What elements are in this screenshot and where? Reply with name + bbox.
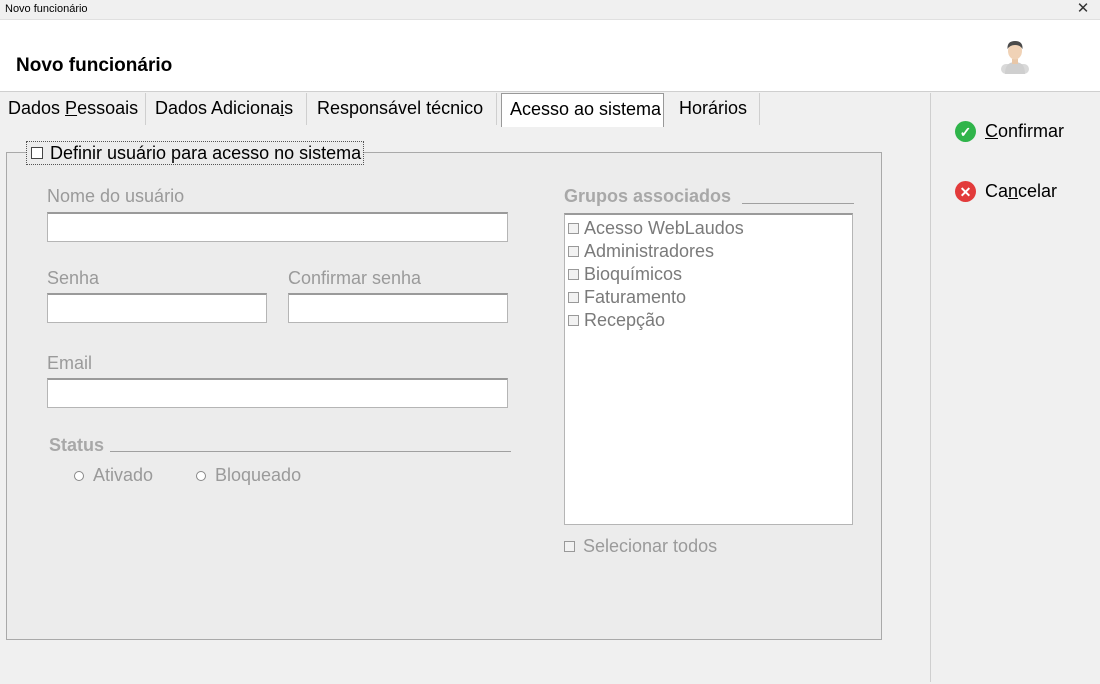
group-checkbox[interactable]: [568, 269, 579, 280]
list-item[interactable]: Acesso WebLaudos: [565, 217, 852, 240]
group-checkbox[interactable]: [568, 315, 579, 326]
actions-panel: ✓ Confirmar ✕ Cancelar: [930, 93, 1100, 682]
radio-label: Ativado: [93, 465, 154, 485]
status-divider: [110, 451, 511, 452]
password-field[interactable]: [47, 293, 267, 323]
select-all-label: Selecionar todos: [583, 536, 718, 556]
username-label: Nome do usuário: [47, 186, 185, 206]
group-checkbox[interactable]: [568, 292, 579, 303]
tab-label: Horários: [679, 98, 748, 118]
radio-circle[interactable]: [74, 470, 84, 481]
select-all-checkbox-row[interactable]: Selecionar todos: [564, 536, 717, 557]
list-item[interactable]: Bioquímicos: [565, 263, 852, 286]
group-label: Faturamento: [584, 287, 687, 307]
list-item[interactable]: Faturamento: [565, 286, 852, 309]
cancel-icon: ✕: [955, 181, 976, 202]
group-label: Recepção: [584, 310, 666, 330]
dialog-header: Novo funcionário: [0, 20, 1100, 92]
tab-dados-adicionais[interactable]: Dados Adicionais: [147, 93, 307, 125]
status-title: Status: [49, 435, 105, 455]
confirm-label: Confirmar: [985, 121, 1065, 141]
tab-label: essoais: [77, 98, 139, 118]
form-panel: Dados Pessoais Dados Adicionais Responsá…: [0, 93, 930, 682]
radio-circle[interactable]: [196, 470, 206, 481]
groups-title: Grupos associados: [564, 186, 732, 206]
close-icon[interactable]: ✕: [1076, 1, 1090, 17]
group-label: Acesso WebLaudos: [584, 218, 744, 238]
password-label: Senha: [47, 268, 100, 288]
tab-label: Dados Adiciona: [155, 98, 281, 118]
define-user-label: Definir usuário para acesso no sistema: [50, 142, 362, 163]
define-user-checkbox[interactable]: [31, 147, 43, 159]
cancel-button[interactable]: ✕ Cancelar: [955, 181, 1057, 202]
page-title: Novo funcionário: [16, 55, 173, 76]
tab-label-mnemonic: P: [65, 98, 78, 118]
tab-responsavel-tecnico[interactable]: Responsável técnico: [309, 93, 497, 125]
group-label: Bioquímicos: [584, 264, 683, 284]
radio-label: Bloqueado: [215, 465, 302, 485]
select-all-checkbox[interactable]: [564, 541, 575, 552]
group-label: Administradores: [584, 241, 715, 261]
tab-horarios[interactable]: Horários: [671, 93, 760, 125]
status-radio-ativado[interactable]: Ativado: [74, 465, 153, 486]
define-user-checkbox-row[interactable]: Definir usuário para acesso no sistema: [26, 141, 365, 165]
tab-acesso-ao-sistema[interactable]: Acesso ao sistema: [501, 93, 664, 127]
groups-listbox[interactable]: Acesso WebLaudos Administradores Bioquím…: [564, 213, 853, 525]
window-titlebar: Novo funcionário ✕: [0, 0, 1100, 20]
tab-strip: Dados Pessoais Dados Adicionais Responsá…: [0, 93, 930, 127]
group-checkbox[interactable]: [568, 246, 579, 257]
status-radio-bloqueado[interactable]: Bloqueado: [196, 465, 301, 486]
cancel-label: Cancelar: [985, 181, 1058, 201]
confirm-button[interactable]: ✓ Confirmar: [955, 121, 1064, 142]
tab-label: Dados: [8, 98, 66, 118]
tab-label: Responsável técnico: [317, 98, 484, 118]
username-field[interactable]: [47, 212, 508, 242]
email-field[interactable]: [47, 378, 508, 408]
tab-label: s: [284, 98, 294, 118]
confirm-password-field[interactable]: [288, 293, 508, 323]
group-checkbox[interactable]: [568, 223, 579, 234]
confirm-password-label: Confirmar senha: [288, 268, 422, 288]
groups-divider: [742, 203, 854, 204]
email-label: Email: [47, 353, 93, 373]
list-item[interactable]: Administradores: [565, 240, 852, 263]
tab-dados-pessoais[interactable]: Dados Pessoais: [0, 93, 146, 125]
tab-label: Acesso ao sistema: [510, 99, 662, 119]
list-item[interactable]: Recepção: [565, 309, 852, 332]
window-title: Novo funcionário: [5, 3, 88, 15]
user-avatar-icon: [1001, 41, 1029, 74]
check-icon: ✓: [955, 121, 976, 142]
